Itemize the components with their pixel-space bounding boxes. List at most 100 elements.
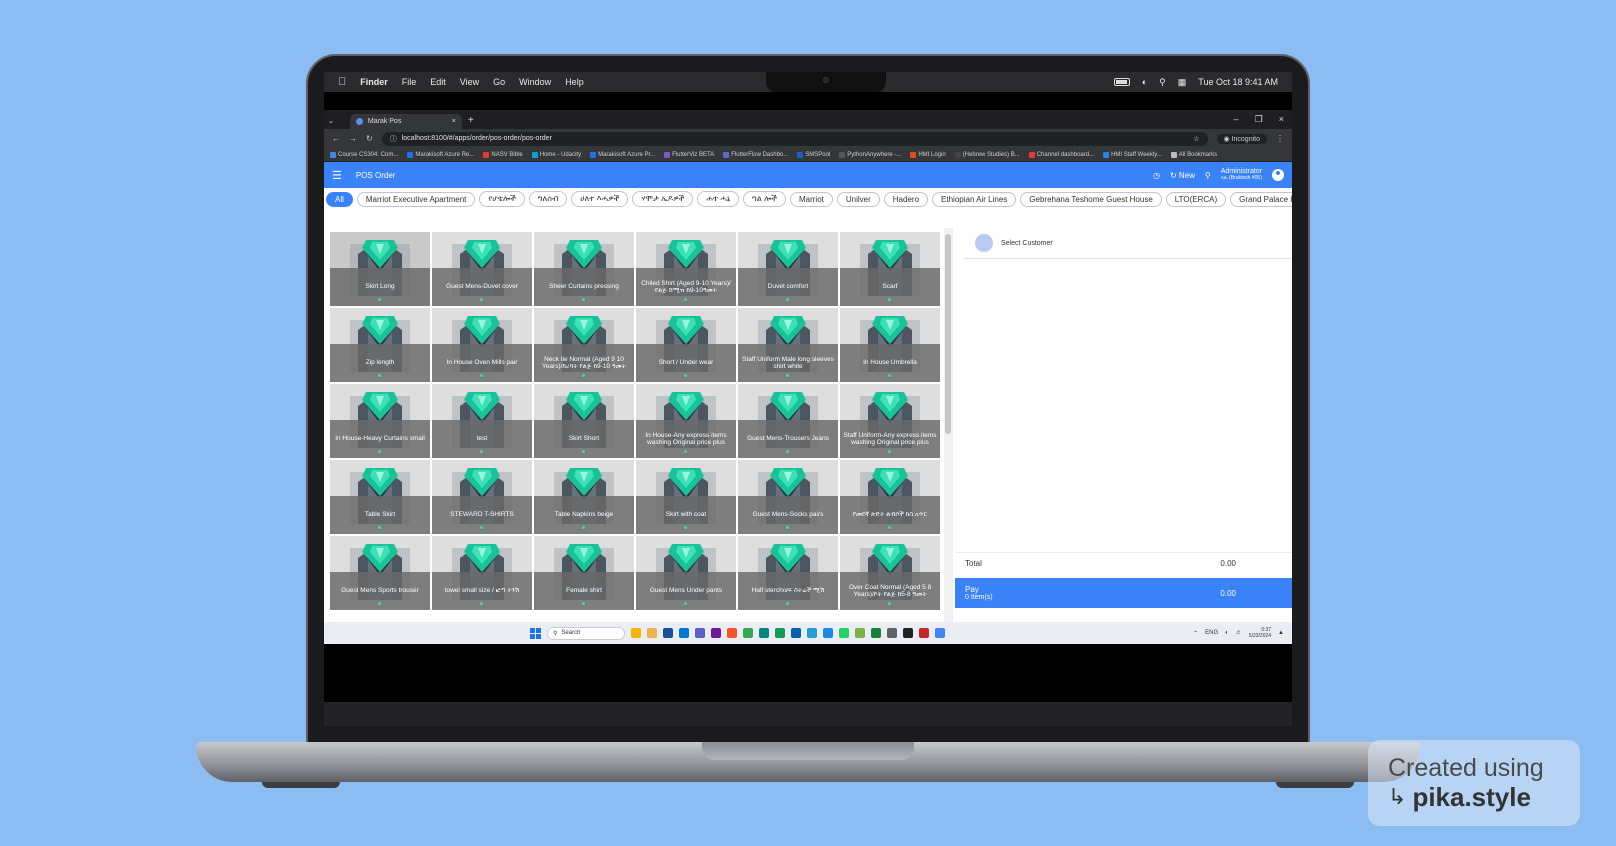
bookmark-item[interactable]: PythonAnywhere -... xyxy=(839,151,901,158)
taskbar-app-icon[interactable] xyxy=(743,628,753,638)
bookmark-item[interactable]: HMI Staff Weekly... xyxy=(1103,151,1162,158)
search-icon[interactable]: ⚲ xyxy=(1205,171,1211,180)
close-tab-icon[interactable]: × xyxy=(452,118,456,125)
bookmark-item[interactable]: Channel dashboard... xyxy=(1028,151,1094,158)
product-card[interactable]: In House Umbrella xyxy=(840,308,940,382)
reload-icon[interactable]: ↻ xyxy=(366,134,373,143)
taskbar-app-icon[interactable] xyxy=(647,628,657,638)
site-info-icon[interactable]: ⓘ xyxy=(390,134,397,144)
product-card[interactable]: In House-Any express items washing Origi… xyxy=(636,384,736,458)
customer-chip[interactable]: Unilver xyxy=(836,191,880,207)
taskbar-app-icon[interactable] xyxy=(871,628,881,638)
taskbar-app-icon[interactable] xyxy=(631,628,641,638)
product-card[interactable]: Table Napkins beige xyxy=(534,460,634,534)
menubar-app-name[interactable]: Finder xyxy=(360,77,388,87)
product-card[interactable]: Table Skirt xyxy=(330,460,430,534)
scrollbar-thumb[interactable] xyxy=(945,234,951,434)
bookmark-item[interactable]: SMSPool xyxy=(797,151,830,158)
customer-chip[interactable]: Hadero xyxy=(883,191,929,207)
incognito-badge[interactable]: ◉ Incognito xyxy=(1216,133,1267,144)
menubar-item[interactable]: File xyxy=(402,77,417,87)
taskbar-app-icon[interactable] xyxy=(759,628,769,638)
apple-icon[interactable]:  xyxy=(338,76,346,88)
product-card[interactable]: Chiled Shirt (Aged 9-10 Years)/ የልጅ ሸሚዝ … xyxy=(636,232,736,306)
menubar-item[interactable]: Window xyxy=(519,77,551,87)
restore-icon[interactable]: ❐ xyxy=(1255,114,1263,125)
product-card[interactable]: Staff Uniform-Any express items washing … xyxy=(840,384,940,458)
product-card[interactable]: STEWARD T-SHIRTS xyxy=(432,460,532,534)
taskbar-app-icon[interactable] xyxy=(839,628,849,638)
product-card[interactable]: Staff Uniform Male long sleeves shirt wh… xyxy=(738,308,838,382)
taskbar-app-icon[interactable] xyxy=(727,628,737,638)
product-card[interactable]: Skirt with coat xyxy=(636,460,736,534)
taskbar-app-icon[interactable] xyxy=(775,628,785,638)
bookmark-item[interactable]: FlutterFlow Dashbo... xyxy=(723,151,788,158)
product-card[interactable]: towel small size / ፎጣ ትንሽ xyxy=(432,536,532,610)
taskbar-clock[interactable]: 0:37 5/23/2024 xyxy=(1249,627,1271,639)
product-card[interactable]: Neck tie Normal (Aged 9 10 Years)/ከረባት የ… xyxy=(534,308,634,382)
menubar-clock[interactable]: Tue Oct 18 9:41 AM xyxy=(1198,77,1278,87)
customer-chip[interactable]: Ethiopian Air Lines xyxy=(932,191,1017,207)
customer-chip[interactable]: Marriot Executive Apartment xyxy=(356,191,476,207)
product-card[interactable]: Guest Mens-Trousers Jeans xyxy=(738,384,838,458)
menubar-item[interactable]: Go xyxy=(493,77,505,87)
taskbar-app-icon[interactable] xyxy=(855,628,865,638)
menubar-item[interactable]: Help xyxy=(565,77,584,87)
new-order-button[interactable]: ↻ New xyxy=(1170,171,1195,180)
taskbar-app-icon[interactable] xyxy=(663,628,673,638)
bookmark-item[interactable]: Marakisoft Azure Pr... xyxy=(590,151,655,158)
taskbar-app-icon[interactable] xyxy=(695,628,705,638)
taskbar-app-icon[interactable] xyxy=(823,628,833,638)
windows-start-icon[interactable] xyxy=(530,627,541,639)
back-icon[interactable]: ← xyxy=(332,134,340,143)
tab-search-icon[interactable]: ⌄ xyxy=(328,117,334,125)
minimize-icon[interactable]: – xyxy=(1234,114,1239,125)
grid-scrollbar[interactable] xyxy=(944,228,952,626)
customer-chip[interactable]: LTO(ERCA) xyxy=(1165,191,1227,207)
tray-chevron-icon[interactable]: ⌃ xyxy=(1193,630,1198,637)
customer-chip[interactable]: ግለሰብ xyxy=(528,191,568,207)
account-icon[interactable] xyxy=(1272,169,1284,181)
language-indicator[interactable]: ENG xyxy=(1205,630,1218,636)
select-customer[interactable]: Select Customer xyxy=(963,228,1292,259)
taskbar-app-icon[interactable] xyxy=(791,628,801,638)
bookmark-star-icon[interactable]: ☆ xyxy=(1193,135,1199,143)
bookmark-item[interactable]: Marakisoft Azure Re... xyxy=(407,151,474,158)
customer-chip[interactable]: ግል ሎች xyxy=(743,191,786,207)
pay-button[interactable]: Pay 0 Item(s) 0.00 xyxy=(955,578,1292,608)
bookmark-item[interactable]: (Hebrew Studies) B... xyxy=(954,151,1020,158)
bookmark-item[interactable]: HMI Login xyxy=(910,151,946,158)
browser-menu-icon[interactable]: ⋮ xyxy=(1276,134,1284,143)
customer-chip[interactable]: የሆቴሎች xyxy=(479,191,525,207)
taskbar-app-icon[interactable] xyxy=(711,628,721,638)
taskbar-app-icon[interactable] xyxy=(887,628,897,638)
search-icon[interactable]: ⚲ xyxy=(1159,77,1166,88)
product-card[interactable]: Guest Mens-Socks pairs xyxy=(738,460,838,534)
taskbar-app-icon[interactable] xyxy=(807,628,817,638)
url-field[interactable]: ⓘ localhost:8100/#/apps/order/pos-order/… xyxy=(381,131,1208,146)
network-icon[interactable]: ◐ xyxy=(1225,630,1229,636)
taskbar-app-icon[interactable] xyxy=(919,628,929,638)
product-card[interactable]: Skirt Short xyxy=(534,384,634,458)
customer-chip[interactable]: Grand Palace Hotel xyxy=(1230,191,1292,207)
product-card[interactable]: Over Coat Normal (Aged 5 8 Years)/ኮት የልጅ… xyxy=(840,536,940,610)
product-card[interactable]: Sheer Curtains pressing xyxy=(534,232,634,306)
forward-icon[interactable]: → xyxy=(349,134,357,143)
close-window-icon[interactable]: × xyxy=(1279,114,1284,125)
user-info[interactable]: Administrator ላሊ (Bruktesh #05) xyxy=(1221,168,1262,182)
bookmark-item[interactable]: FlutterViz BETA xyxy=(664,151,714,158)
customer-chip[interactable]: ሀለተ እሓዎች xyxy=(571,191,629,207)
product-card[interactable]: In House-Heavy Curtains small xyxy=(330,384,430,458)
taskbar-app-icon[interactable] xyxy=(935,628,945,638)
menubar-item[interactable]: View xyxy=(460,77,479,87)
product-card[interactable]: Scarf xyxy=(840,232,940,306)
taskbar-search[interactable]: ⚲ Search xyxy=(547,626,625,640)
menubar-item[interactable]: Edit xyxy=(430,77,446,87)
bookmark-item[interactable]: Course CS304: Com... xyxy=(330,151,398,158)
product-card[interactable]: Skirt Long xyxy=(330,232,430,306)
taskbar-app-icon[interactable] xyxy=(679,628,689,638)
customer-chip[interactable]: All xyxy=(326,191,353,207)
product-card[interactable]: Female shirt xyxy=(534,536,634,610)
bookmark-item[interactable]: Home - Udacity xyxy=(531,151,581,158)
product-card[interactable]: Guest Mens Sports trouser xyxy=(330,536,430,610)
